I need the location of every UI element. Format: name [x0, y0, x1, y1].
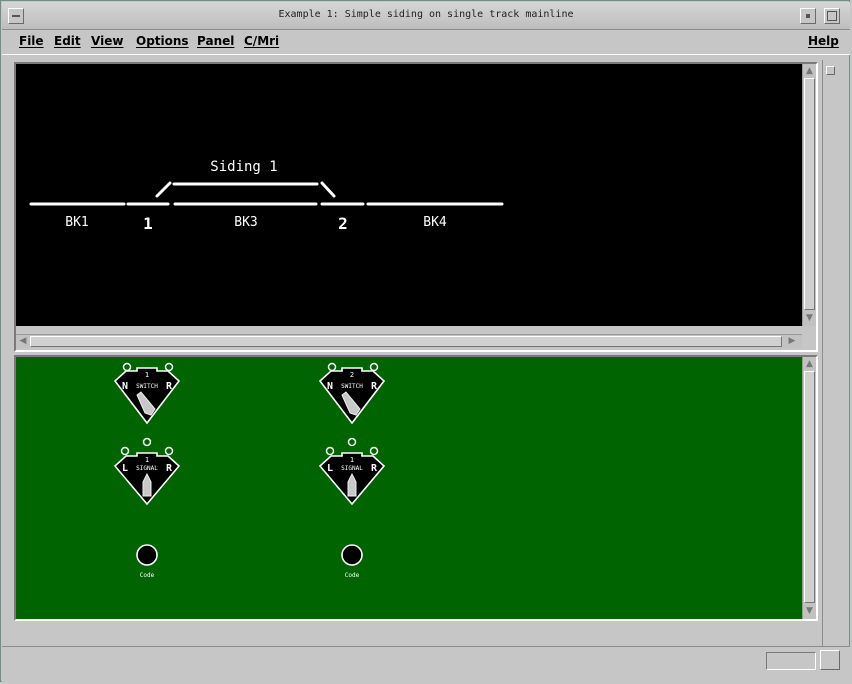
- panel-vertical-scrollbar[interactable]: ▲ ▼: [802, 357, 816, 619]
- track-layout-canvas[interactable]: Siding 1 BK1 1 BK3 2 BK4: [16, 64, 802, 326]
- switch-lever-2[interactable]: 2 N SWITCH R: [318, 362, 386, 425]
- menu-edit[interactable]: Edit: [54, 34, 81, 48]
- signal-2-right-mark: R: [371, 463, 378, 474]
- track-diagram: Siding 1 BK1 1 BK3 2 BK4: [29, 159, 504, 233]
- signal-1-lamp-right-icon: [164, 446, 174, 456]
- switch-2-right-mark: R: [371, 381, 378, 392]
- menu-help[interactable]: Help: [808, 34, 839, 48]
- siding-label: Siding 1: [210, 159, 277, 175]
- panel-vertical-scroll-thumb[interactable]: [804, 371, 815, 603]
- switch-2-word: SWITCH: [341, 383, 363, 390]
- code-button-1-label: Code: [140, 572, 155, 579]
- block-label-bk1: BK1: [65, 215, 88, 230]
- window-title: Example 1: Simple siding on single track…: [278, 9, 574, 20]
- switch-1-left-mark: N: [122, 381, 128, 392]
- signal-1-word: SIGNAL: [136, 465, 158, 472]
- status-field: [766, 652, 816, 670]
- signal-2-number: 1: [350, 456, 354, 464]
- signal-2-lamp-center-icon: [347, 437, 357, 447]
- layout-horizontal-scroll-thumb[interactable]: [30, 336, 782, 347]
- scroll-left-arrow-icon[interactable]: ◀: [17, 335, 29, 347]
- switch-2-lamp-left-icon: [327, 362, 337, 372]
- menu-panel[interactable]: Panel: [197, 34, 234, 48]
- layout-vertical-scroll-thumb[interactable]: [804, 78, 815, 310]
- code-button-1[interactable]: [136, 544, 158, 566]
- layout-vertical-scrollbar[interactable]: ▲ ▼: [802, 64, 816, 326]
- status-bar: [2, 646, 850, 682]
- panel-scroll-up-arrow-icon[interactable]: ▲: [804, 358, 815, 370]
- track-turnout-1-diverge[interactable]: [155, 181, 172, 198]
- signal-1-lamp-left-icon: [120, 446, 130, 456]
- switch-2-left-mark: N: [327, 381, 333, 392]
- scroll-down-arrow-icon[interactable]: ▼: [804, 312, 815, 324]
- switch-1-word: SWITCH: [136, 383, 158, 390]
- turnout-label-1: 1: [143, 214, 153, 233]
- signal-2-lamp-left-icon: [325, 446, 335, 456]
- control-panel-diagram: 1 N SWITCH R 2 N SWITCH R 1 L SIGNAL R 1…: [113, 362, 386, 579]
- code-button-2[interactable]: [341, 544, 363, 566]
- signal-1-left-mark: L: [122, 463, 128, 474]
- signal-2-left-mark: L: [327, 463, 333, 474]
- switch-lever-1[interactable]: 1 N SWITCH R: [113, 362, 181, 425]
- scroll-up-arrow-icon[interactable]: ▲: [804, 65, 815, 77]
- code-button-2-label: Code: [345, 572, 360, 579]
- window-vertical-scrollbar[interactable]: [822, 60, 838, 646]
- menu-view[interactable]: View: [91, 34, 123, 48]
- control-panel-canvas[interactable]: 1 N SWITCH R 2 N SWITCH R 1 L SIGNAL R 1…: [16, 357, 802, 619]
- signal-1-right-mark: R: [166, 463, 173, 474]
- signal-2-lamp-right-icon: [369, 446, 379, 456]
- signal-1-number: 1: [145, 456, 149, 464]
- switch-1-right-mark: R: [166, 381, 173, 392]
- track-turnout-2-diverge[interactable]: [320, 181, 336, 198]
- signal-2-word: SIGNAL: [341, 465, 363, 472]
- menu-options[interactable]: Options: [136, 34, 189, 48]
- switch-1-number: 1: [145, 371, 149, 379]
- signal-1-lamp-center-icon: [142, 437, 152, 447]
- scroll-right-arrow-icon[interactable]: ▶: [786, 335, 798, 347]
- switch-1-lamp-left-icon: [122, 362, 132, 372]
- panel-scroll-down-arrow-icon[interactable]: ▼: [804, 605, 815, 617]
- resize-grip-icon[interactable]: [820, 650, 840, 670]
- menu-file[interactable]: File: [19, 34, 44, 48]
- signal-lever-2[interactable]: 1 L SIGNAL R: [318, 437, 386, 506]
- switch-2-number: 2: [350, 371, 354, 379]
- block-label-bk4: BK4: [423, 215, 447, 230]
- switch-1-lamp-right-icon: [164, 362, 174, 372]
- signal-lever-1[interactable]: 1 L SIGNAL R: [113, 437, 181, 506]
- menu-bar: [2, 30, 850, 55]
- layout-horizontal-scrollbar[interactable]: ◀ ▶: [16, 334, 802, 348]
- turnout-label-2: 2: [338, 214, 348, 233]
- block-label-bk3: BK3: [234, 215, 257, 230]
- switch-2-lamp-right-icon: [369, 362, 379, 372]
- window-scroll-thumb[interactable]: [826, 66, 835, 75]
- menu-cmri[interactable]: C/Mri: [244, 34, 279, 48]
